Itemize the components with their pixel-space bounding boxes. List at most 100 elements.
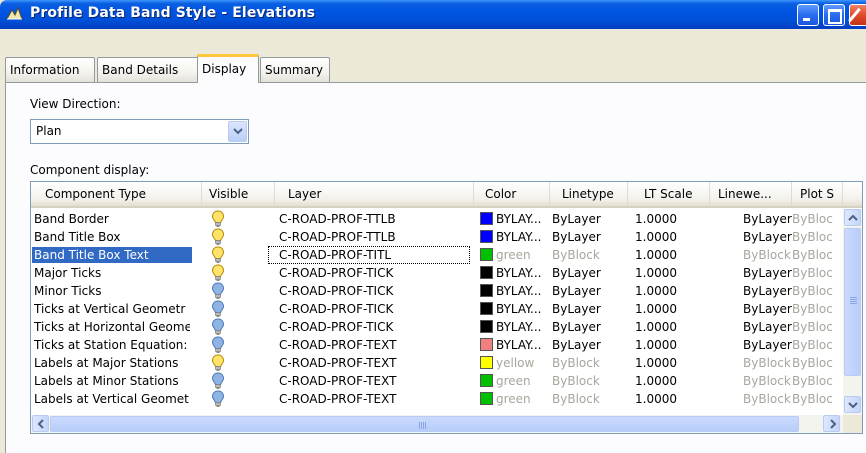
close-icon[interactable] xyxy=(849,4,866,26)
lt-scale-cell[interactable]: 1.0000 xyxy=(635,373,695,389)
layer-cell[interactable]: C-ROAD-PROF-TTLB xyxy=(279,211,469,227)
lightbulb-on-icon[interactable] xyxy=(211,228,233,246)
column-header-lineweight[interactable]: Linewe... xyxy=(710,182,792,206)
plot-style-cell[interactable]: ByBloc xyxy=(792,247,838,263)
color-cell[interactable]: green xyxy=(480,391,552,407)
table-row[interactable]: Band Title Box Text C-ROAD-PROF-TITL green… xyxy=(31,246,843,264)
scroll-right-icon[interactable] xyxy=(823,415,840,432)
linetype-cell[interactable]: ByLayer xyxy=(552,265,616,281)
component-type-cell[interactable]: Labels at Vertical Geomet xyxy=(34,391,190,407)
lightbulb-off-icon[interactable] xyxy=(211,282,233,300)
plot-style-cell[interactable]: ByBloc xyxy=(792,337,838,353)
component-type-cell[interactable]: Band Title Box Text xyxy=(32,247,192,263)
table-row[interactable]: Major Ticks C-ROAD-PROF-TICK BYLAY... ByLay… xyxy=(31,264,843,282)
component-type-cell[interactable]: Ticks at Station Equation: xyxy=(34,337,190,353)
color-cell[interactable]: BYLAY... xyxy=(480,319,552,335)
horizontal-scroll-thumb[interactable] xyxy=(50,416,799,432)
color-cell[interactable]: BYLAY... xyxy=(480,229,552,245)
color-cell[interactable]: BYLAY... xyxy=(480,283,552,299)
plot-style-cell[interactable]: ByBloc xyxy=(792,265,838,281)
lt-scale-cell[interactable]: 1.0000 xyxy=(635,355,695,371)
scroll-up-icon[interactable] xyxy=(844,209,861,226)
lt-scale-cell[interactable]: 1.0000 xyxy=(635,337,695,353)
color-cell[interactable]: green xyxy=(480,373,552,389)
vertical-scrollbar[interactable] xyxy=(843,209,862,415)
color-cell[interactable]: BYLAY... xyxy=(480,301,552,317)
table-row[interactable]: Minor Ticks C-ROAD-PROF-TICK BYLAY... ByLay… xyxy=(31,282,843,300)
lt-scale-cell[interactable]: 1.0000 xyxy=(635,211,695,227)
scroll-left-icon[interactable] xyxy=(32,415,49,432)
table-row[interactable]: Ticks at Vertical Geometr C-ROAD-PROF-TIC… xyxy=(31,300,843,318)
title-bar[interactable]: Profile Data Band Style - Elevations xyxy=(0,0,866,29)
lightbulb-on-icon[interactable] xyxy=(211,246,233,264)
linetype-cell[interactable]: ByLayer xyxy=(552,301,616,317)
plot-style-cell[interactable]: ByBloc xyxy=(792,355,838,371)
lightbulb-off-icon[interactable] xyxy=(211,336,233,354)
tab-information[interactable]: Information xyxy=(5,57,95,82)
color-cell[interactable]: BYLAY... xyxy=(480,337,552,353)
layer-cell[interactable]: C-ROAD-PROF-TICK xyxy=(279,283,469,299)
scroll-down-icon[interactable] xyxy=(844,396,861,413)
layer-cell[interactable]: C-ROAD-PROF-TICK xyxy=(279,265,469,281)
component-type-cell[interactable]: Ticks at Horizontal Geome xyxy=(34,319,190,335)
linetype-cell[interactable]: ByLayer xyxy=(552,283,616,299)
table-row[interactable]: Ticks at Horizontal Geome C-ROAD-PROF-TIC… xyxy=(31,318,843,336)
component-type-cell[interactable]: Band Title Box xyxy=(34,229,190,245)
column-header-component-type[interactable]: Component Type xyxy=(31,182,202,206)
linetype-cell[interactable]: ByLayer xyxy=(552,229,616,245)
layer-cell[interactable]: C-ROAD-PROF-TEXT xyxy=(279,391,469,407)
color-cell[interactable]: BYLAY... xyxy=(480,265,552,281)
color-cell[interactable]: BYLAY... xyxy=(480,211,552,227)
component-type-cell[interactable]: Labels at Major Stations xyxy=(34,355,190,371)
tab-summary[interactable]: Summary xyxy=(260,57,330,82)
layer-cell[interactable]: C-ROAD-PROF-TTLB xyxy=(279,229,469,245)
lt-scale-cell[interactable]: 1.0000 xyxy=(635,229,695,245)
column-header-visible[interactable]: Visible xyxy=(202,182,275,206)
lightbulb-on-icon[interactable] xyxy=(211,264,233,282)
column-header-lt-scale[interactable]: LT Scale xyxy=(628,182,710,206)
table-row[interactable]: Band Border C-ROAD-PROF-TTLB BYLAY... ByLay… xyxy=(31,210,843,228)
layer-cell[interactable]: C-ROAD-PROF-TITL xyxy=(268,246,470,264)
lightbulb-on-icon[interactable] xyxy=(211,354,233,372)
lt-scale-cell[interactable]: 1.0000 xyxy=(635,319,695,335)
table-row[interactable]: Labels at Major Stations C-ROAD-PROF-TEXT… xyxy=(31,354,843,372)
lt-scale-cell[interactable]: 1.0000 xyxy=(635,391,695,407)
plot-style-cell[interactable]: ByBloc xyxy=(792,373,838,389)
horizontal-scrollbar[interactable] xyxy=(31,415,843,433)
layer-cell[interactable]: C-ROAD-PROF-TICK xyxy=(279,319,469,335)
linetype-cell[interactable]: ByBlock xyxy=(552,355,616,371)
component-type-cell[interactable]: Ticks at Vertical Geometr xyxy=(34,301,190,317)
color-cell[interactable]: yellow xyxy=(480,355,552,371)
column-header-layer[interactable]: Layer xyxy=(275,182,474,206)
tab-band-details[interactable]: Band Details xyxy=(97,57,200,82)
chevron-down-icon[interactable] xyxy=(228,121,247,142)
plot-style-cell[interactable]: ByBloc xyxy=(792,391,838,407)
plot-style-cell[interactable]: ByBloc xyxy=(792,283,838,299)
linetype-cell[interactable]: ByBlock xyxy=(552,391,616,407)
table-row[interactable]: Band Title Box C-ROAD-PROF-TTLB BYLAY... By… xyxy=(31,228,843,246)
linetype-cell[interactable]: ByBlock xyxy=(552,247,616,263)
plot-style-cell[interactable]: ByBloc xyxy=(792,319,838,335)
linetype-cell[interactable]: ByLayer xyxy=(552,211,616,227)
component-type-cell[interactable]: Major Ticks xyxy=(34,265,190,281)
view-direction-select[interactable]: Plan xyxy=(30,119,249,144)
lt-scale-cell[interactable]: 1.0000 xyxy=(635,247,695,263)
linetype-cell[interactable]: ByBlock xyxy=(552,373,616,389)
plot-style-cell[interactable]: ByBloc xyxy=(792,211,838,227)
column-header-linetype[interactable]: Linetype xyxy=(550,182,628,206)
minimize-icon[interactable] xyxy=(797,4,819,26)
layer-cell[interactable]: C-ROAD-PROF-TEXT xyxy=(279,337,469,353)
table-row[interactable]: Labels at Minor Stations C-ROAD-PROF-TEXT… xyxy=(31,372,843,390)
column-header-plot-style[interactable]: Plot S xyxy=(792,182,843,206)
lightbulb-off-icon[interactable] xyxy=(211,300,233,318)
lightbulb-off-icon[interactable] xyxy=(211,372,233,390)
layer-cell[interactable]: C-ROAD-PROF-TEXT xyxy=(279,355,469,371)
component-type-cell[interactable]: Labels at Minor Stations xyxy=(34,373,190,389)
plot-style-cell[interactable]: ByBloc xyxy=(792,229,838,245)
table-row[interactable]: Ticks at Station Equation: C-ROAD-PROF-TE… xyxy=(31,336,843,354)
component-type-cell[interactable]: Minor Ticks xyxy=(34,283,190,299)
component-type-cell[interactable]: Band Border xyxy=(34,211,190,227)
lightbulb-on-icon[interactable] xyxy=(211,210,233,228)
layer-cell[interactable]: C-ROAD-PROF-TEXT xyxy=(279,373,469,389)
color-cell[interactable]: green xyxy=(480,247,552,263)
